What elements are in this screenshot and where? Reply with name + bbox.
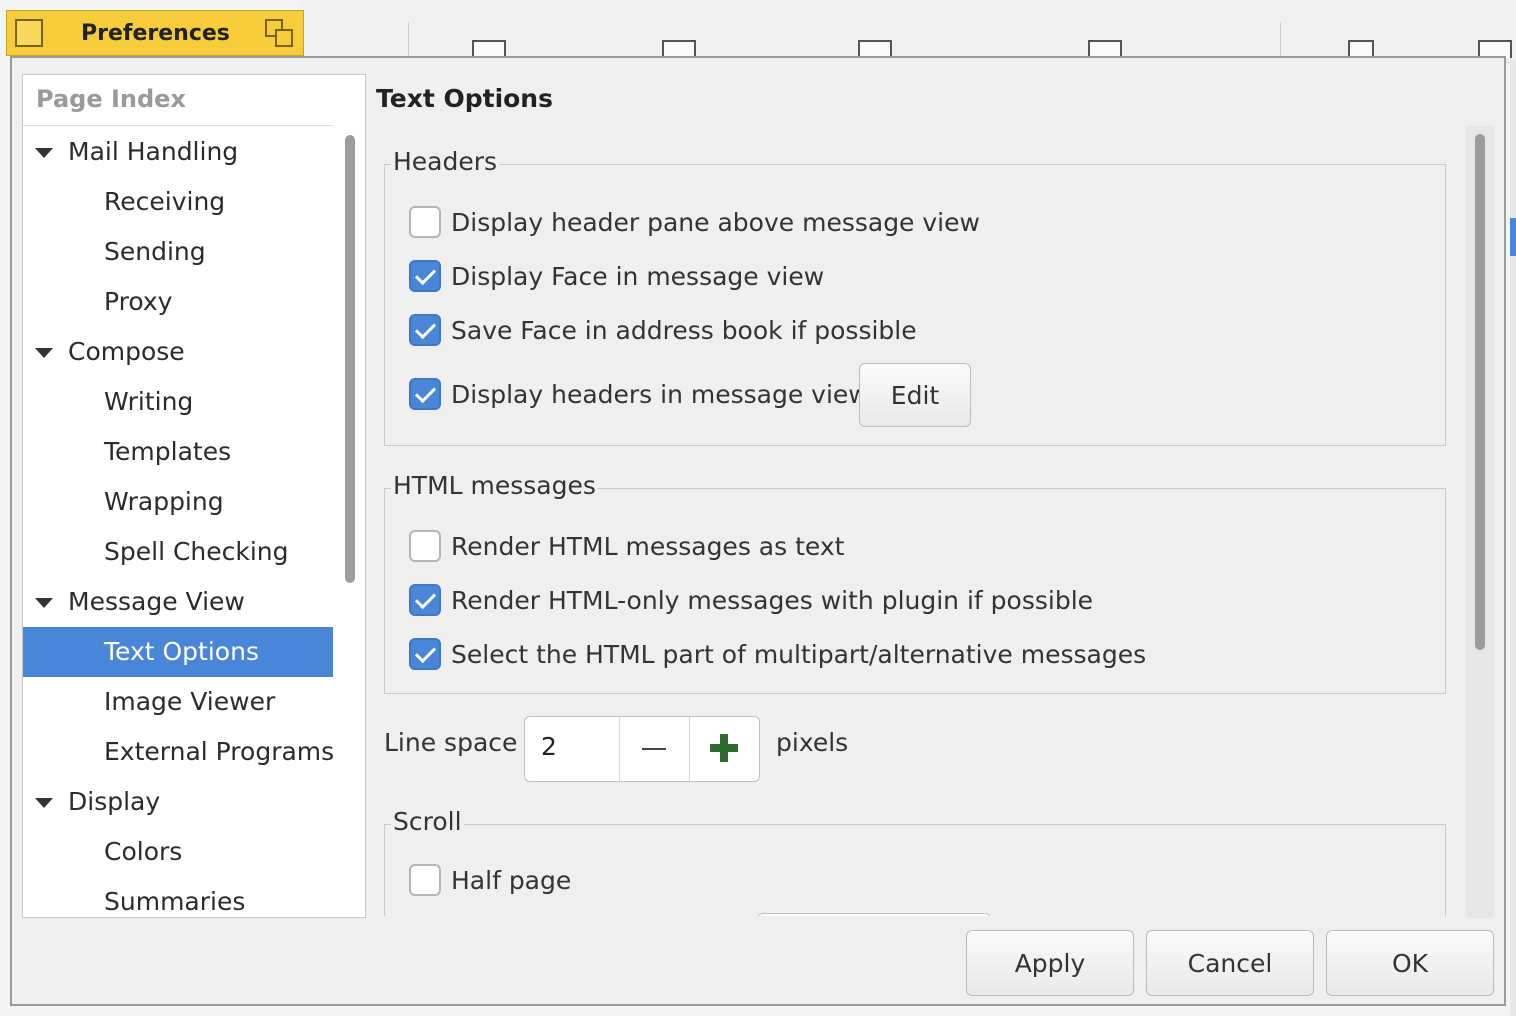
window-titlebar[interactable]: Preferences — [6, 10, 304, 56]
line-space-spinbox[interactable]: 2 — [524, 716, 760, 782]
tree-item-label: Colors — [104, 837, 183, 866]
tree-item-compose[interactable]: Compose — [23, 327, 333, 377]
apply-button[interactable]: Apply — [966, 930, 1134, 996]
maximize-icon[interactable] — [263, 17, 295, 49]
headers-group: Headers Display header pane above messag… — [384, 147, 1446, 446]
html-messages-group: HTML messages Render HTML messages as te… — [384, 471, 1446, 694]
tree-item-display[interactable]: Display — [23, 777, 333, 827]
increment-button[interactable] — [690, 717, 759, 781]
page-index-list: Mail Handling Receiving Sending Proxy Compos… — [23, 127, 335, 917]
scroll-group-clip: Scroll Half page — [372, 798, 1462, 916]
line-space-value[interactable]: 2 — [541, 732, 557, 761]
checkbox-label: Render HTML messages as text — [451, 532, 845, 561]
checkbox-label: Display header pane above message view — [451, 208, 980, 237]
expand-arrow-icon[interactable] — [35, 798, 53, 808]
edit-headers-button[interactable]: Edit — [859, 363, 971, 427]
line-space-unit: pixels — [776, 728, 849, 757]
tree-item-label: Wrapping — [104, 487, 224, 516]
checkbox-box[interactable] — [409, 638, 441, 670]
plus-icon-stem — [720, 734, 728, 762]
checkbox-label: Half page — [451, 866, 572, 895]
checkbox-box[interactable] — [409, 378, 441, 410]
tree-item-label: Writing — [104, 387, 194, 416]
window-menu-icon[interactable] — [15, 19, 43, 47]
tree-item-sending[interactable]: Sending — [23, 227, 333, 277]
scroll-step-spinbox[interactable] — [757, 913, 991, 916]
tree-item-mail-handling[interactable]: Mail Handling — [23, 127, 333, 177]
tree-item-label: Spell Checking — [104, 537, 289, 566]
tree-item-summaries[interactable]: Summaries — [23, 877, 333, 917]
tree-item-message-view[interactable]: Message View — [23, 577, 333, 627]
checkbox-box[interactable] — [409, 864, 441, 896]
checkbox-box[interactable] — [409, 530, 441, 562]
background-toolbar — [300, 0, 1516, 63]
tree-item-label: Receiving — [104, 187, 226, 216]
tree-item-label: Image Viewer — [104, 687, 276, 716]
checkbox-label: Display headers in message view — [451, 380, 869, 409]
tree-item-label: Summaries — [104, 887, 246, 916]
content-scrollbar-thumb[interactable] — [1475, 134, 1485, 650]
tree-item-templates[interactable]: Templates — [23, 427, 333, 477]
tree-item-colors[interactable]: Colors — [23, 827, 333, 877]
checkbox-label: Display Face in message view — [451, 262, 825, 291]
page-index-scrollbar[interactable] — [341, 127, 359, 917]
tree-item-label: Mail Handling — [68, 137, 239, 166]
page-index-scrollbar-thumb[interactable] — [345, 135, 355, 583]
tree-item-label: Display — [68, 787, 161, 816]
page-index-tree: Page Index Mail Handling Receiving Sending… — [22, 74, 366, 918]
line-space-label: Line space — [384, 728, 518, 757]
decrement-button[interactable] — [620, 717, 688, 781]
html-messages-group-title: HTML messages — [391, 471, 598, 500]
checkbox-box[interactable] — [409, 260, 441, 292]
tree-item-wrapping[interactable]: Wrapping — [23, 477, 333, 527]
scroll-group-title: Scroll — [391, 807, 464, 836]
cancel-button[interactable]: Cancel — [1146, 930, 1314, 996]
expand-arrow-icon[interactable] — [35, 598, 53, 608]
ok-button[interactable]: OK — [1326, 930, 1494, 996]
headers-group-title: Headers — [391, 147, 500, 176]
checkbox-label: Save Face in address book if possible — [451, 316, 917, 345]
tree-item-text-options[interactable]: Text Options — [23, 627, 333, 677]
checkbox-box[interactable] — [409, 206, 441, 238]
content-scrollbar[interactable] — [1466, 126, 1494, 918]
checkbox-box[interactable] — [409, 314, 441, 346]
tree-item-label: External Programs — [104, 737, 335, 766]
preferences-dialog: Page Index Mail Handling Receiving Sending… — [10, 56, 1506, 1006]
tree-item-label: Compose — [68, 337, 185, 366]
tree-item-image-viewer[interactable]: Image Viewer — [23, 677, 333, 727]
page-index-header-label: Page Index — [36, 85, 186, 113]
expand-arrow-icon[interactable] — [35, 348, 53, 358]
tree-item-label: Templates — [104, 437, 232, 466]
background-message-list — [1510, 60, 1516, 1016]
page-index-header[interactable]: Page Index — [23, 75, 333, 126]
background-selected-row — [1510, 218, 1516, 256]
tree-item-label: Message View — [68, 587, 245, 616]
scroll-group: Scroll Half page — [384, 807, 1446, 916]
tree-item-writing[interactable]: Writing — [23, 377, 333, 427]
page-title: Text Options — [376, 84, 553, 113]
tree-item-external-programs[interactable]: External Programs — [23, 727, 335, 777]
tree-item-label: Sending — [104, 237, 206, 266]
expand-arrow-icon[interactable] — [35, 148, 53, 158]
checkbox-box[interactable] — [409, 584, 441, 616]
checkbox-label: Render HTML-only messages with plugin if… — [451, 586, 1094, 615]
checkbox-label: Select the HTML part of multipart/altern… — [451, 640, 1147, 669]
tree-item-receiving[interactable]: Receiving — [23, 177, 333, 227]
tree-item-label: Text Options — [104, 637, 259, 666]
tree-item-label: Proxy — [104, 287, 173, 316]
tree-item-spell-checking[interactable]: Spell Checking — [23, 527, 333, 577]
window-title: Preferences — [81, 21, 230, 46]
tree-item-proxy[interactable]: Proxy — [23, 277, 333, 327]
